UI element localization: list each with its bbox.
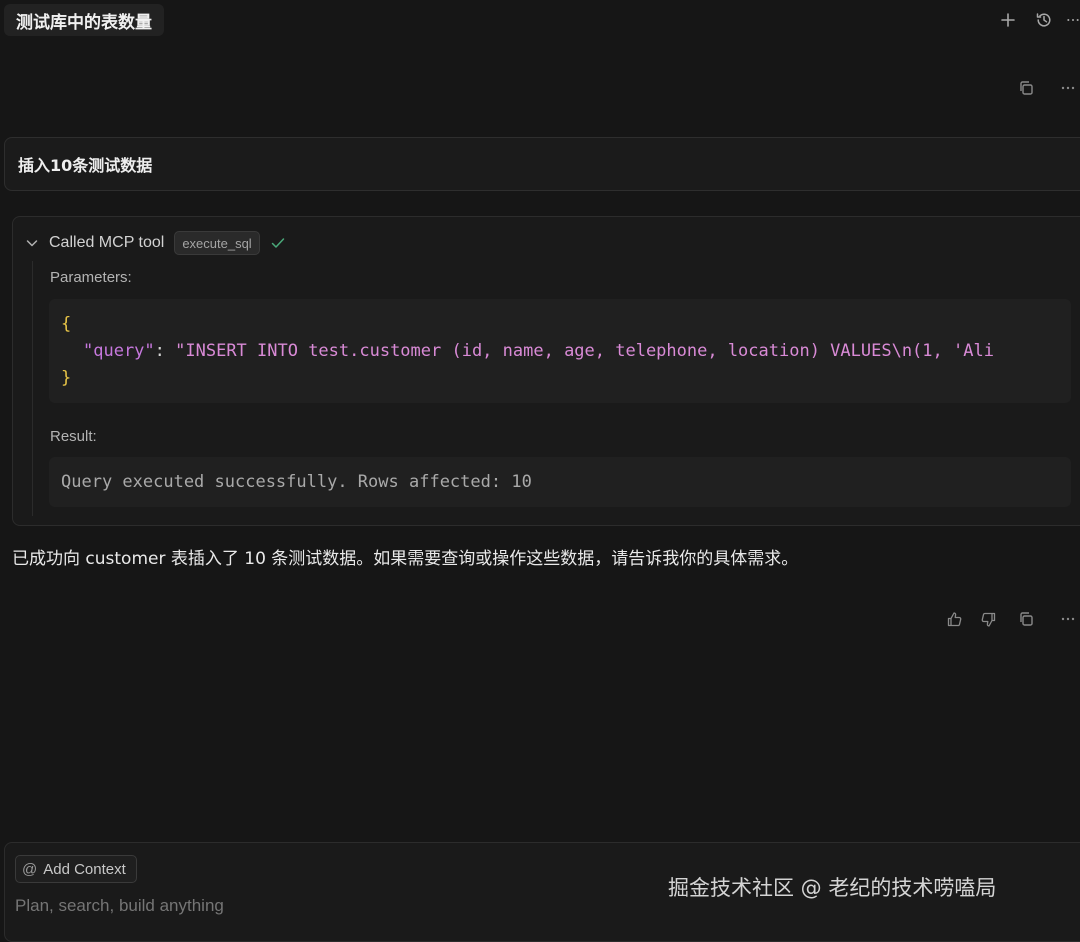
tool-call-rail (32, 261, 33, 516)
chevron-down-icon[interactable] (25, 236, 39, 250)
add-context-button[interactable]: @ Add Context (15, 855, 137, 883)
more-icon[interactable] (1056, 607, 1080, 631)
add-context-label: Add Context (43, 860, 126, 878)
copy-icon[interactable] (1014, 76, 1038, 100)
thumbs-down-icon[interactable] (976, 607, 1000, 631)
thumbs-up-icon[interactable] (942, 607, 966, 631)
user-message[interactable]: 插入10条测试数据 (4, 137, 1080, 191)
more-icon[interactable] (1056, 76, 1080, 100)
json-colon: : (154, 341, 176, 361)
assistant-reply: 已成功向 customer 表插入了 10 条测试数据。如果需要查询或操作这些数… (12, 549, 799, 569)
result-block[interactable]: Query executed successfully. Rows affect… (49, 457, 1071, 507)
watermark: 掘金技术社区 @ 老纪的技术唠嗑局 (668, 876, 997, 900)
at-icon: @ (22, 860, 38, 878)
tool-call-label: Called MCP tool (49, 234, 165, 251)
tool-call-header[interactable]: Called MCP tool execute_sql (25, 231, 286, 255)
json-key: "query" (83, 341, 155, 361)
chat-tab-title[interactable]: 测试库中的表数量 (4, 4, 164, 36)
json-open-brace: { (61, 314, 72, 334)
tool-name-badge: execute_sql (174, 231, 260, 255)
parameters-label: Parameters: (50, 269, 132, 286)
history-icon[interactable] (1032, 8, 1056, 32)
copy-icon[interactable] (1014, 607, 1038, 631)
more-icon[interactable] (1066, 8, 1080, 32)
json-query-line: "query": "INSERT INTO test.customer (id,… (61, 339, 994, 363)
composer-input[interactable] (15, 893, 615, 919)
chat-header: 测试库中的表数量 (0, 0, 1080, 42)
plus-icon[interactable] (996, 8, 1020, 32)
json-close-brace: } (61, 368, 72, 388)
parameters-code-block[interactable]: { "query": "INSERT INTO test.customer (i… (49, 299, 1071, 403)
checkmark-icon (270, 235, 286, 251)
result-label: Result: (50, 428, 97, 445)
json-query-value: "INSERT INTO test.customer (id, name, ag… (175, 341, 994, 361)
tool-call-card: Called MCP tool execute_sql Parameters: … (12, 216, 1080, 526)
